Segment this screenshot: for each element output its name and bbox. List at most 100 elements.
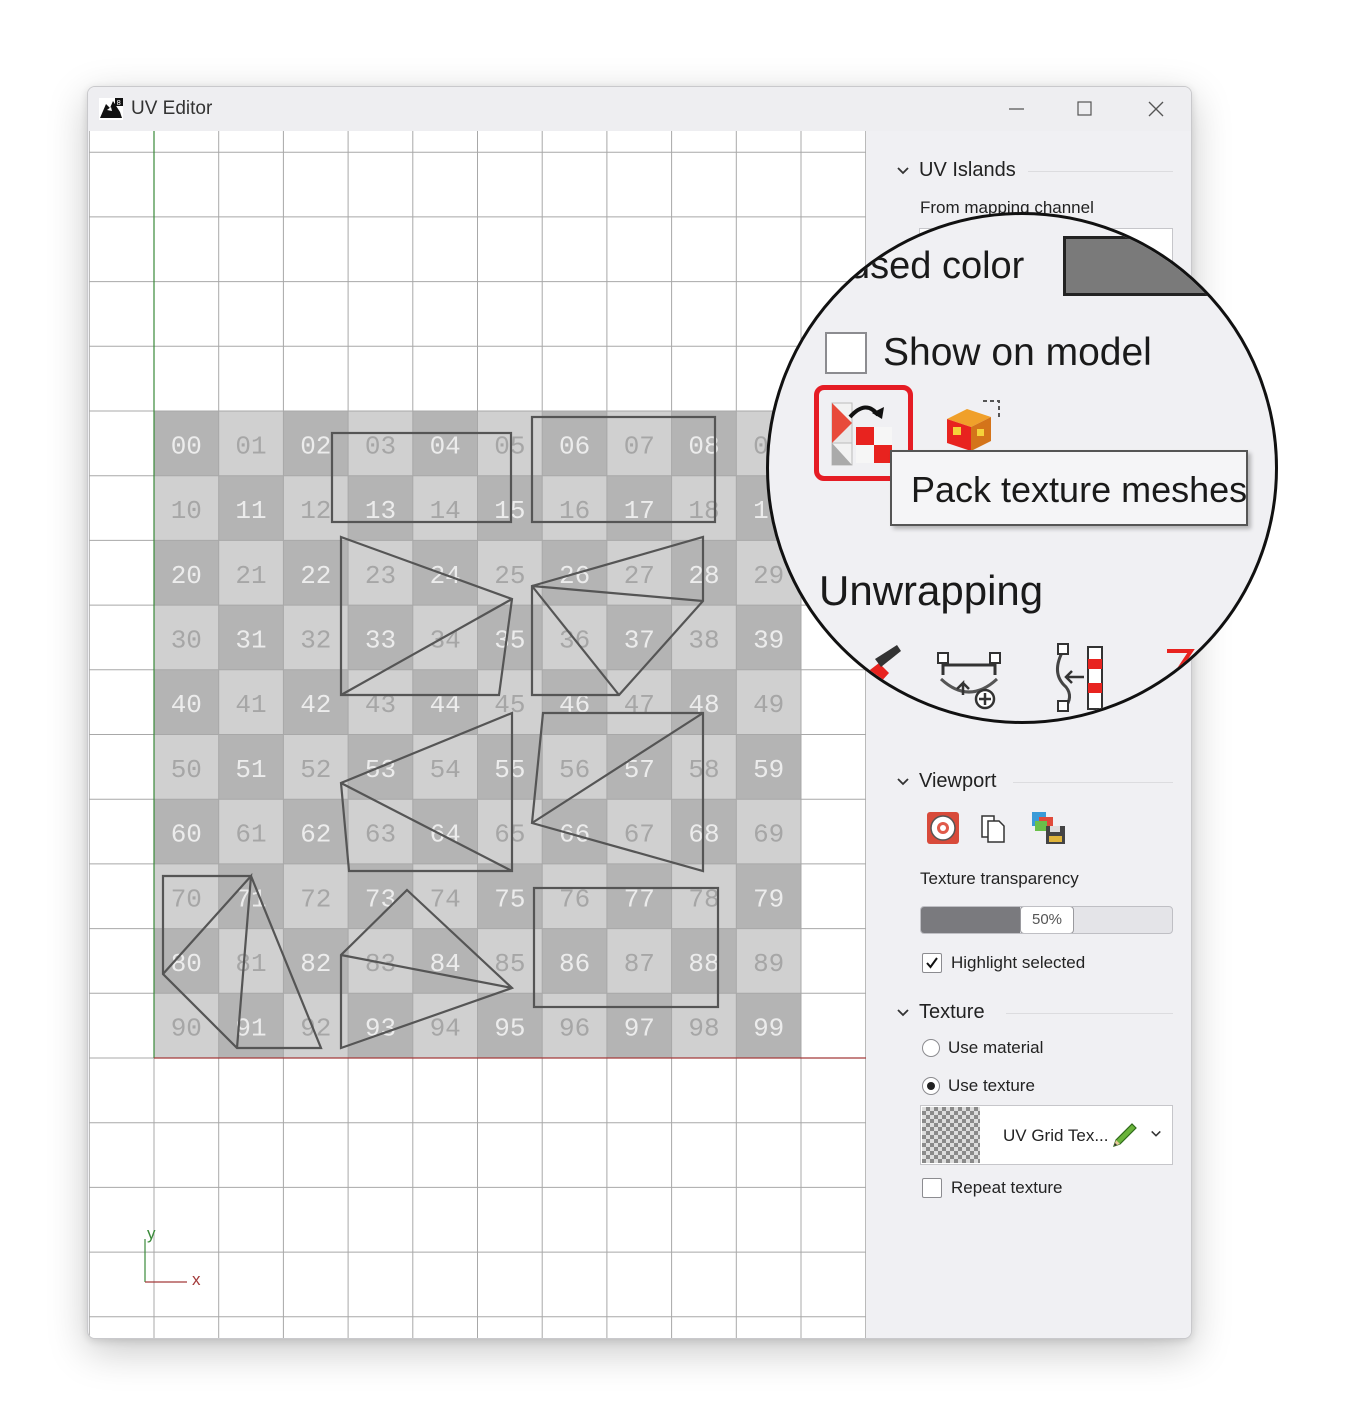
svg-text:8: 8 (117, 99, 121, 107)
relax-uv-icon[interactable] (1044, 643, 1110, 713)
texture-cell-label: 31 (235, 626, 266, 656)
texture-name: UV Grid Tex... (1003, 1126, 1109, 1145)
texture-cell-label: 87 (624, 949, 655, 979)
unwrapping-header: Unwrapping (819, 567, 1044, 614)
repeat-texture-label[interactable]: Repeat texture (951, 1178, 1063, 1198)
texture-cell-label: 40 (171, 690, 202, 720)
section-divider (1006, 1013, 1173, 1014)
texture-cell-label: 99 (753, 1014, 784, 1044)
repeat-texture-checkbox[interactable] (922, 1178, 942, 1198)
pencil-icon[interactable] (1108, 1120, 1140, 1152)
texture-cell-label: 75 (494, 884, 525, 914)
texture-cell-label: 55 (494, 755, 525, 785)
texture-transparency-slider[interactable]: 50% (920, 906, 1173, 934)
texture-cube-icon[interactable] (941, 399, 1003, 455)
viewport-grid (89, 131, 866, 1338)
texture-cell-label: 32 (300, 626, 331, 656)
slider-fill (921, 907, 1020, 933)
section-divider (1028, 171, 1173, 172)
maximize-icon (1077, 101, 1092, 116)
texture-cell-label: 70 (171, 884, 202, 914)
texture-cell-label: 33 (365, 626, 396, 656)
texture-cell-label: 30 (171, 626, 202, 656)
chevron-down-icon[interactable] (1150, 1128, 1162, 1140)
texture-cell-label: 10 (171, 496, 202, 526)
texture-transparency-label: Texture transparency (920, 869, 1079, 888)
zoom-magnifier-callout: used color Show on model Pack texture me… (766, 212, 1278, 724)
highlight-selected-checkbox[interactable] (922, 953, 942, 973)
maximize-button[interactable] (1065, 93, 1105, 125)
texture-cell-label: 69 (753, 820, 784, 850)
texture-cell-label: 27 (624, 561, 655, 591)
texture-cell-label: 39 (753, 626, 784, 656)
section-divider (1013, 782, 1173, 783)
texture-cell-label: 22 (300, 561, 331, 591)
texture-cell-label: 04 (430, 431, 461, 461)
texture-cell-label: 53 (365, 755, 396, 785)
texture-cell-label: 06 (559, 431, 590, 461)
texture-cell-label: 01 (235, 431, 266, 461)
uv-viewport[interactable]: 0001020304050607080910111213141516171819… (89, 131, 866, 1338)
texture-cell-label: 35 (494, 626, 525, 656)
texture-cell-label: 12 (300, 496, 331, 526)
unwrap-mesh-icon[interactable] (933, 649, 1005, 715)
texture-cell-label: 07 (624, 431, 655, 461)
use-material-label[interactable]: Use material (948, 1038, 1043, 1058)
title-bar[interactable]: 8 UV Editor (88, 87, 1191, 131)
texture-cell-label: 21 (235, 561, 266, 591)
unwrap-tool-icon[interactable] (849, 643, 905, 709)
texture-cell-label: 37 (624, 626, 655, 656)
minimize-button[interactable] (997, 93, 1037, 125)
unused-color-swatch[interactable] (1063, 236, 1263, 296)
texture-cell-label: 94 (430, 1014, 461, 1044)
lifebuoy-icon[interactable] (926, 811, 960, 845)
chevron-down-icon[interactable] (896, 1006, 910, 1020)
window-title: UV Editor (131, 98, 213, 119)
unused-color-label: used color (849, 245, 1025, 287)
pack-texture-meshes-tooltip: Pack texture meshes (890, 450, 1248, 526)
rhino-app-icon: 8 (99, 98, 123, 120)
texture-cell-label: 29 (753, 561, 784, 591)
use-texture-radio[interactable] (922, 1077, 940, 1095)
uv-canvas[interactable]: 0001020304050607080910111213141516171819… (89, 131, 866, 1338)
texture-cell-label: 59 (753, 755, 784, 785)
uv-islands-header[interactable]: UV Islands (919, 159, 1016, 182)
texture-cell-label: 38 (688, 626, 719, 656)
texture-header[interactable]: Texture (919, 1001, 985, 1024)
texture-cell-label: 96 (559, 1014, 590, 1044)
texture-cell-label: 54 (430, 755, 461, 785)
highlight-selected-label[interactable]: Highlight selected (951, 953, 1085, 973)
show-on-model-checkbox[interactable] (825, 332, 867, 374)
texture-cell-label: 98 (688, 1014, 719, 1044)
close-button[interactable] (1136, 93, 1176, 125)
use-texture-label[interactable]: Use texture (948, 1076, 1035, 1096)
texture-cell-label: 25 (494, 561, 525, 591)
align-uv-icon[interactable] (1161, 645, 1201, 685)
texture-cell-label: 49 (753, 690, 784, 720)
texture-cell-label: 95 (494, 1014, 525, 1044)
copy-icon[interactable] (979, 811, 1007, 843)
chevron-down-icon[interactable] (896, 164, 910, 178)
show-on-model-label[interactable]: Show on model (883, 331, 1152, 375)
use-material-radio[interactable] (922, 1039, 940, 1057)
texture-cell-label: 64 (430, 820, 461, 850)
texture-cell-label: 82 (300, 949, 331, 979)
axis-x-label: x (192, 1270, 201, 1289)
chevron-down-icon[interactable] (896, 775, 910, 789)
texture-thumbnail (922, 1107, 980, 1163)
texture-cell-label: 51 (235, 755, 266, 785)
slider-thumb[interactable]: 50% (1020, 907, 1074, 933)
texture-cell-label: 03 (365, 431, 396, 461)
texture-cell-label: 73 (365, 884, 396, 914)
save-image-icon[interactable] (1031, 811, 1067, 845)
texture-cell-label: 63 (365, 820, 396, 850)
viewport-header[interactable]: Viewport (919, 770, 996, 793)
texture-cell-label: 00 (171, 431, 202, 461)
texture-cell-label: 72 (300, 884, 331, 914)
texture-cell-label: 93 (365, 1014, 396, 1044)
texture-cell-label: 67 (624, 820, 655, 850)
texture-cell-label: 47 (624, 690, 655, 720)
texture-cell-label: 52 (300, 755, 331, 785)
texture-cell-label: 80 (171, 949, 202, 979)
texture-select[interactable]: UV Grid Tex... (920, 1105, 1173, 1165)
